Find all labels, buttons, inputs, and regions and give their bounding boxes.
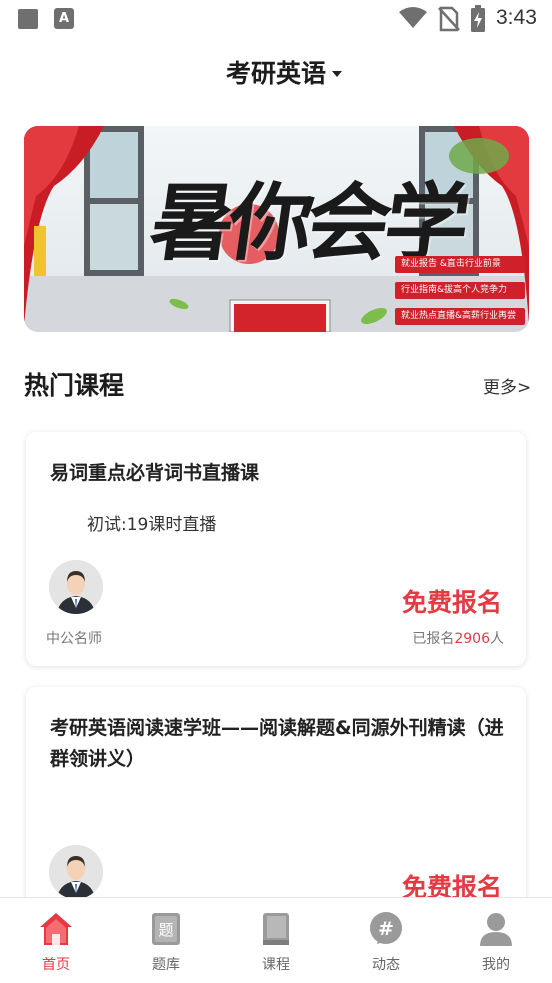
tab-label: 题库: [152, 957, 180, 973]
banner-tag: 行业指南&拔高个人竞争力: [395, 282, 525, 299]
avatar-icon: [49, 845, 103, 899]
course-card[interactable]: 考研英语阅读速学班——阅读解题&同源外刊精读（进群领讲义） 免费报名: [26, 687, 526, 927]
tab-courses[interactable]: 课程: [236, 910, 316, 974]
app-notification-icon: A: [54, 8, 74, 29]
subject-selector[interactable]: 考研英语: [0, 52, 552, 96]
tab-label: 我的: [482, 957, 510, 973]
enrolled-count: 已报名2906人: [412, 628, 504, 648]
caret-down-icon[interactable]: [332, 71, 342, 77]
more-link[interactable]: 更多>: [483, 373, 531, 398]
no-sim-icon: [438, 6, 460, 32]
user-icon: [480, 913, 512, 946]
course-subtitle: 初试:19课时直播: [87, 515, 217, 535]
status-bar: A 3:43: [0, 0, 552, 38]
tab-label: 动态: [372, 957, 400, 973]
course-title: 考研英语阅读速学班——阅读解题&同源外刊精读（进群领讲义）: [50, 717, 504, 770]
book-icon: [263, 913, 289, 945]
section-title: 热门课程: [24, 371, 125, 400]
tab-activity[interactable]: # 动态: [346, 910, 426, 974]
svg-text:#: #: [378, 918, 394, 940]
banner-tags: 就业报告 &直击行业前景 行业指南&拔高个人竞争力 就业热点直播&高薪行业再尝: [395, 256, 525, 332]
enrolled-prefix: 已报名: [412, 631, 455, 647]
course-title: 易词重点必背词书直播课: [50, 462, 260, 484]
tab-home[interactable]: 首页: [16, 910, 96, 974]
banner-tag: 就业报告 &直击行业前景: [395, 256, 525, 273]
wifi-icon: [399, 7, 427, 28]
svg-text:题: 题: [158, 921, 173, 939]
teacher-avatar: [49, 560, 103, 614]
notification-icon: [18, 9, 38, 29]
tab-question-bank[interactable]: 题 题库: [126, 910, 206, 974]
promo-banner[interactable]: 暑你会学 就业报告 &直击行业前景 行业指南&拔高个人竞争力 就业热点直播&高薪…: [24, 126, 529, 332]
clock: 3:43: [496, 6, 537, 29]
enrolled-suffix: 人: [490, 631, 504, 647]
question-bank-icon: 题: [152, 913, 180, 945]
teacher-name: 中公名师: [46, 631, 102, 647]
teacher-avatar: [49, 845, 103, 899]
course-card[interactable]: 易词重点必背词书直播课 初试:19课时直播 中公名师 免费报名 已报名2906人: [26, 432, 526, 666]
page-title[interactable]: 考研英语: [223, 52, 328, 96]
free-signup-button[interactable]: 免费报名: [402, 583, 502, 619]
hashtag-icon: #: [370, 912, 402, 944]
bottom-tab-bar: 首页 题 题库 课程 # 动态 我的: [0, 897, 552, 983]
tab-profile[interactable]: 我的: [456, 910, 536, 974]
avatar-icon: [49, 560, 103, 614]
banner-tag: 就业热点直播&高薪行业再尝: [395, 308, 525, 325]
tab-label: 首页: [42, 957, 70, 973]
enrolled-number: 2906: [454, 631, 490, 647]
home-icon: [40, 913, 72, 945]
battery-charging-icon: [471, 5, 485, 32]
page-title-text: 考研英语: [225, 59, 326, 88]
tab-label: 课程: [262, 957, 290, 973]
